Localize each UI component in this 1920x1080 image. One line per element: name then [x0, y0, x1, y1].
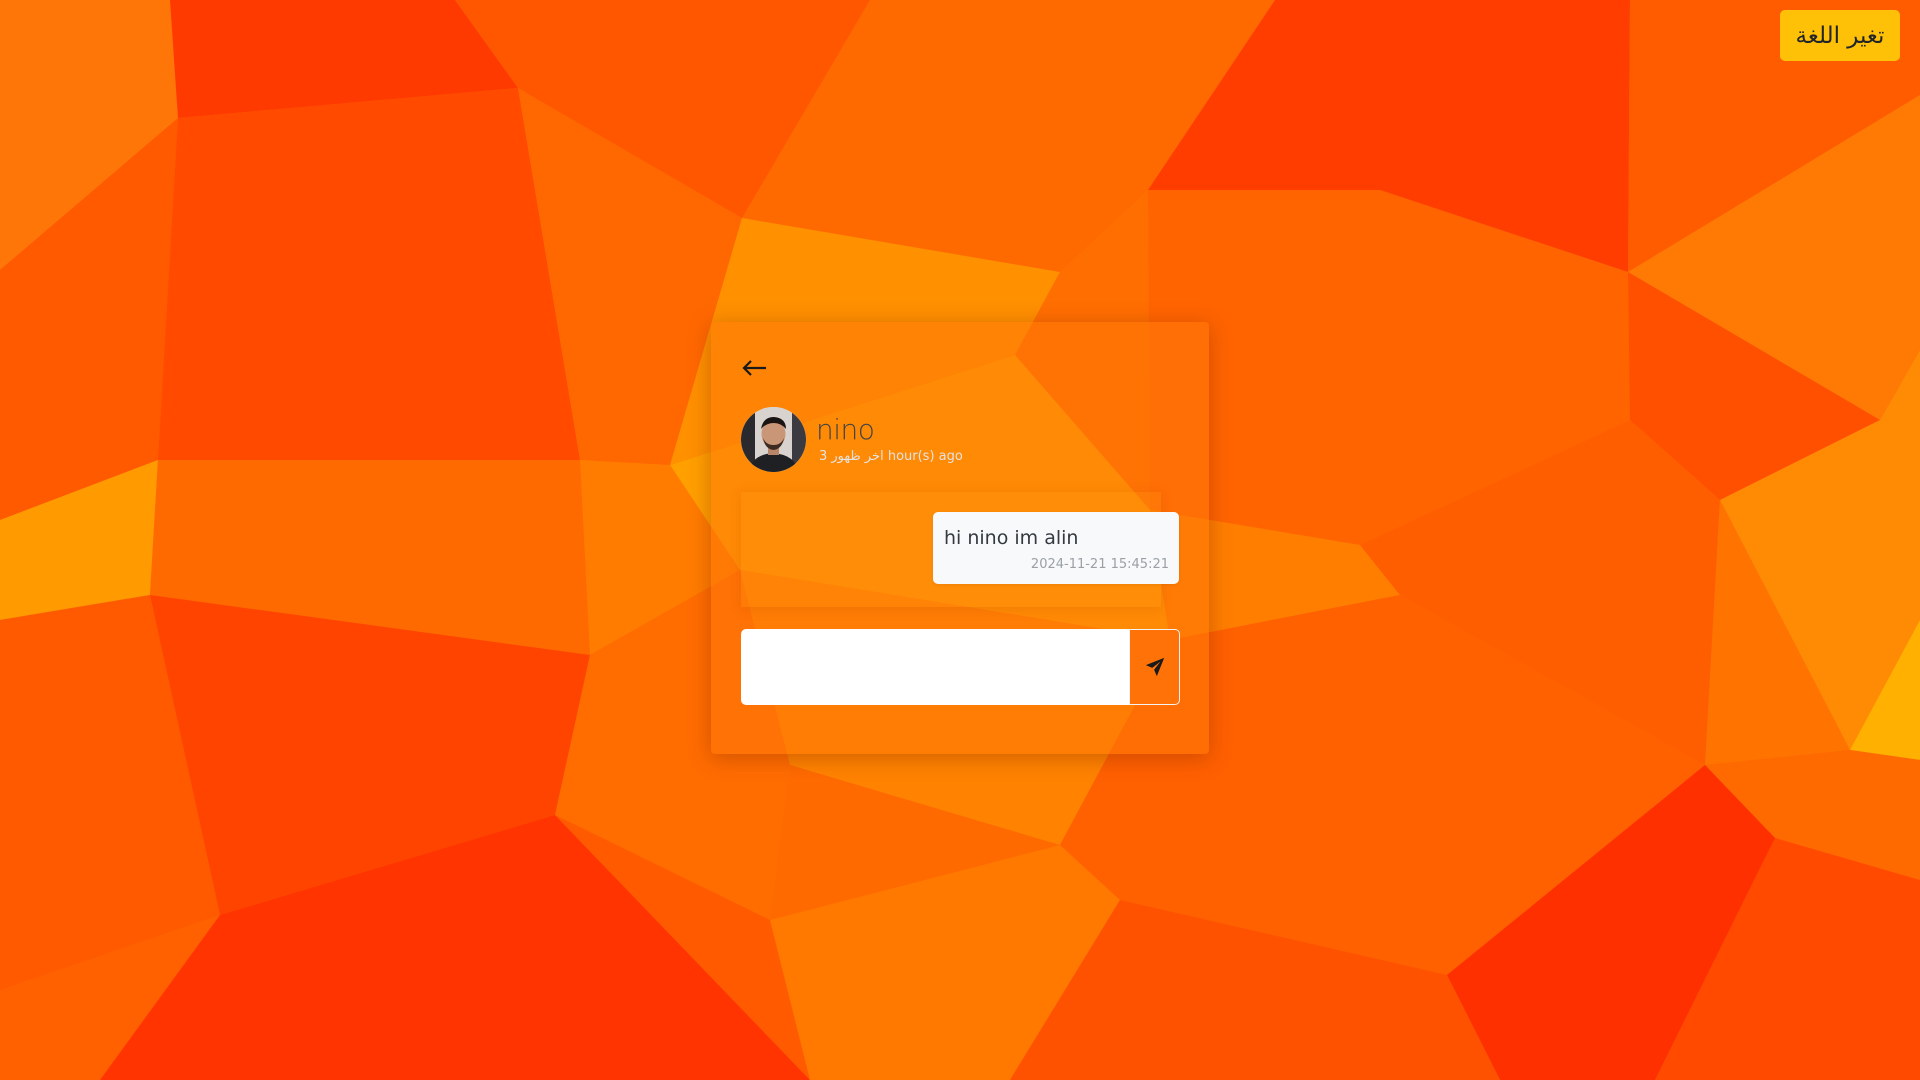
contact-name: nino: [816, 413, 875, 446]
back-arrow-icon[interactable]: [741, 356, 769, 380]
message-text: hi nino im alin: [944, 527, 1079, 549]
paper-plane-icon: [1130, 656, 1179, 678]
message-input[interactable]: [741, 629, 1129, 705]
message-bubble: hi nino im alin 2024-11-21 15:45:21: [933, 512, 1179, 584]
last-seen-status: 3 اخر ظهور hour(s) ago: [819, 449, 963, 464]
chat-panel: nino 3 اخر ظهور hour(s) ago hi nino im a…: [711, 322, 1209, 754]
contact-avatar[interactable]: [741, 407, 806, 472]
change-language-button[interactable]: تغير اللغة: [1780, 10, 1900, 61]
send-button[interactable]: [1129, 629, 1180, 705]
message-timestamp: 2024-11-21 15:45:21: [1030, 557, 1169, 572]
message-list: hi nino im alin 2024-11-21 15:45:21: [741, 492, 1179, 607]
